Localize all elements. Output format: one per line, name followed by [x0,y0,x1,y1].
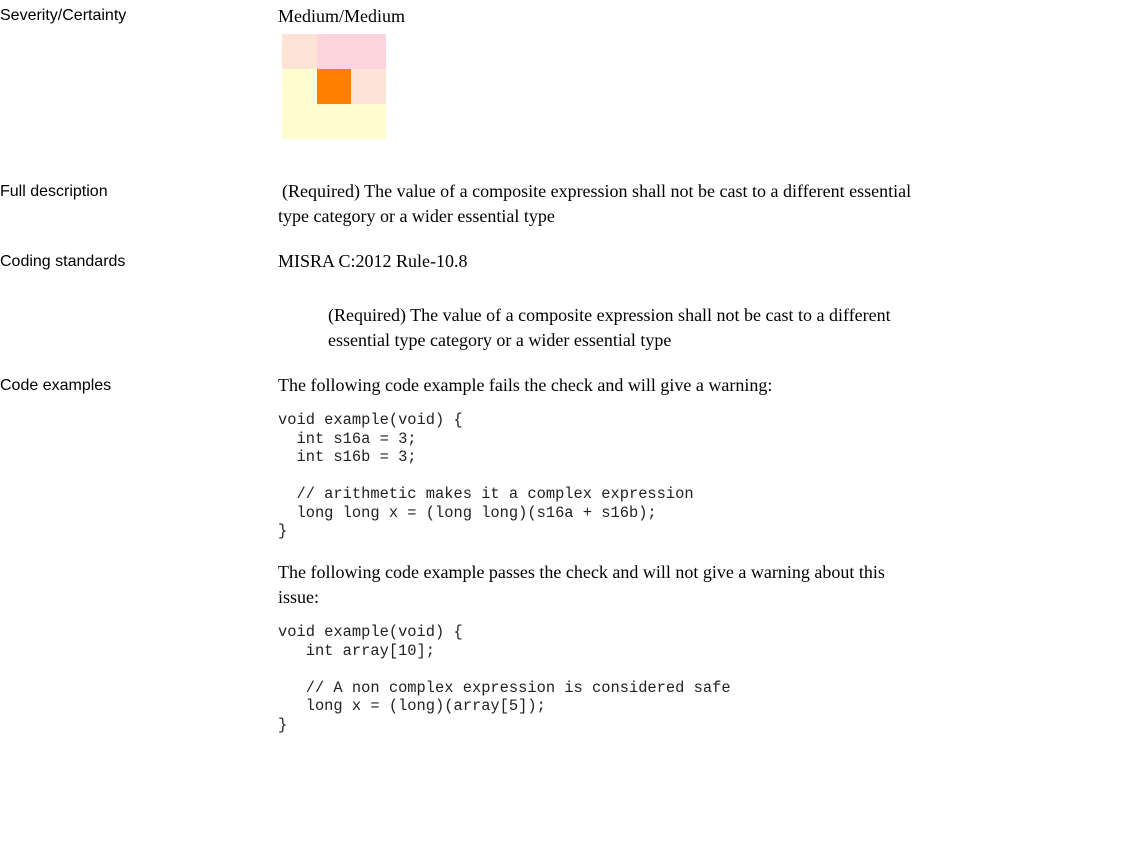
matrix-cell [282,104,317,139]
severity-certainty-value: Medium/Medium [278,6,405,26]
pass-code-block: void example(void) { int array[10]; // A… [278,623,731,734]
fail-code-block: void example(void) { int s16a = 3; int s… [278,411,694,540]
coding-standard-detail-line-2: essential type category or a wider essen… [328,330,672,350]
matrix-cell [316,34,352,69]
code-examples-label: Code examples [0,377,112,394]
matrix-cell [316,104,352,139]
matrix-cell [282,69,317,104]
fail-example-intro: The following code example fails the che… [278,375,773,395]
coding-standards-label: Coding standards [0,253,126,270]
severity-certainty-matrix [282,34,386,139]
severity-certainty-label: Severity/Certainty [0,7,127,24]
matrix-cell [351,34,386,69]
full-description-line-2: type category or a wider essential type [278,206,555,226]
coding-standard-detail-line-1: (Required) The value of a composite expr… [328,305,891,325]
matrix-cell [351,69,386,104]
full-description-line-1: (Required) The value of a composite expr… [282,181,912,201]
pass-example-intro-line-2: issue: [278,587,320,607]
matrix-cell-active [316,69,352,104]
matrix-cell [282,34,317,69]
coding-standard-name: MISRA C:2012 Rule-10.8 [278,251,468,271]
pass-example-intro-line-1: The following code example passes the ch… [278,562,885,582]
matrix-cell [351,104,386,139]
full-description-label: Full description [0,183,108,200]
